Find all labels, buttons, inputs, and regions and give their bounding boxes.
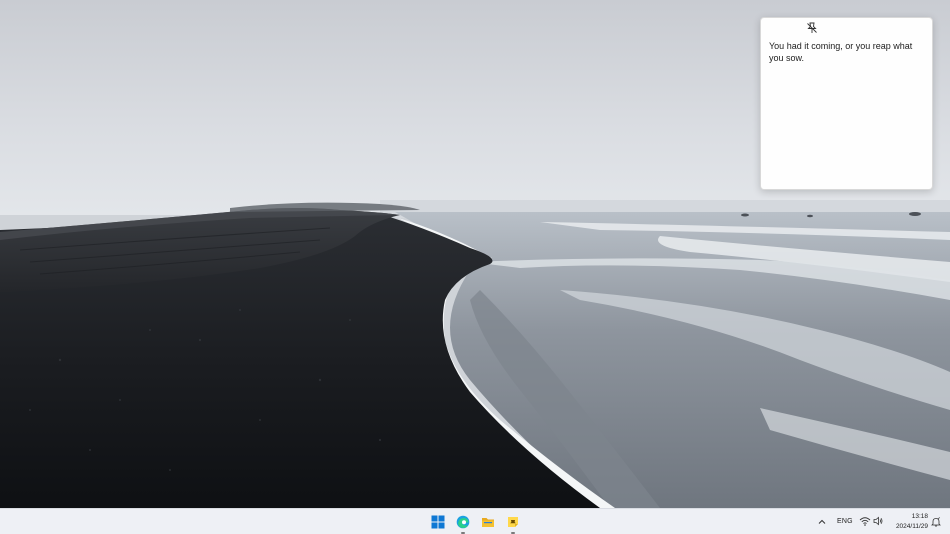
sticky-notes-icon: [508, 517, 518, 527]
taskbar: ENG 13:18 2024/11/29: [0, 508, 950, 534]
sticky-note[interactable]: You had it coming, or you reap what you …: [760, 17, 933, 190]
edge-taskbar-button[interactable]: [455, 514, 471, 530]
start-button[interactable]: [430, 514, 446, 530]
edge-icon: [456, 515, 470, 529]
language-indicator[interactable]: ENG: [837, 518, 853, 525]
sticky-notes-taskbar-button[interactable]: [505, 514, 521, 530]
wifi-icon[interactable]: [859, 516, 871, 526]
volume-icon[interactable]: [873, 516, 883, 526]
desktop: You had it coming, or you reap what you …: [0, 0, 950, 508]
clock-date[interactable]: 2024/11/29: [888, 522, 928, 531]
windows-start-icon: [431, 515, 445, 529]
sticky-note-text[interactable]: You had it coming, or you reap what you …: [769, 40, 927, 64]
unpin-icon[interactable]: [806, 22, 818, 34]
clock-time[interactable]: 13:18: [888, 512, 928, 521]
file-explorer-taskbar-button[interactable]: [480, 514, 496, 530]
chevron-up-icon[interactable]: [817, 517, 827, 527]
notification-bell-icon[interactable]: [931, 517, 941, 527]
folder-icon: [482, 518, 494, 527]
